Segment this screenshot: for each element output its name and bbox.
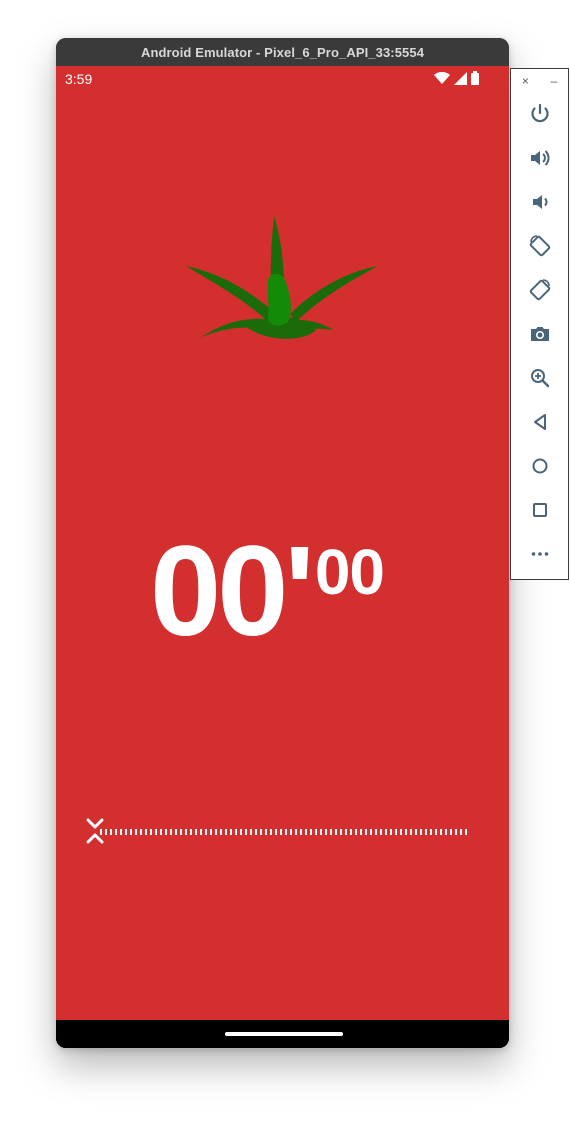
- rotate-right-icon: [529, 279, 551, 301]
- zoom-button[interactable]: [525, 363, 555, 393]
- back-button[interactable]: [525, 407, 555, 437]
- minimize-button[interactable]: –: [550, 74, 557, 88]
- timer-display: 00' 00: [150, 520, 385, 663]
- window-title-bar: Android Emulator - Pixel_6_Pro_API_33:55…: [56, 38, 509, 66]
- timer-seconds: 00: [314, 536, 385, 608]
- home-button[interactable]: [525, 451, 555, 481]
- timer-dial[interactable]: [86, 816, 476, 846]
- rotate-left-button[interactable]: [525, 231, 555, 261]
- zoom-icon: [531, 369, 550, 388]
- more-button[interactable]: [525, 539, 555, 569]
- status-bar: 3:59: [56, 66, 509, 92]
- back-icon: [534, 414, 546, 430]
- window-title: Android Emulator - Pixel_6_Pro_API_33:55…: [140, 44, 425, 60]
- volume-down-icon: [533, 195, 548, 209]
- home-icon: [532, 458, 548, 474]
- rotate-right-button[interactable]: [525, 275, 555, 305]
- dial-ticks[interactable]: [100, 829, 470, 835]
- volume-up-button[interactable]: [525, 143, 555, 173]
- home-indicator[interactable]: [225, 1032, 343, 1036]
- status-time: 3:59: [65, 71, 93, 87]
- timer-minutes: 00': [150, 520, 315, 663]
- volume-up-icon: [531, 150, 550, 166]
- wifi-icon: [434, 71, 450, 90]
- emulator-toolbar: × –: [510, 68, 569, 580]
- tomato-stem-icon: [184, 216, 380, 351]
- cellular-icon: [454, 71, 467, 90]
- rotate-left-icon: [529, 235, 551, 257]
- emulator-window: Android Emulator - Pixel_6_Pro_API_33:55…: [56, 38, 509, 1048]
- close-button[interactable]: ×: [522, 74, 529, 88]
- status-icons: [434, 71, 479, 90]
- more-icon: [531, 552, 549, 556]
- camera-icon: [531, 327, 549, 341]
- power-icon: [531, 103, 549, 123]
- volume-down-button[interactable]: [525, 187, 555, 217]
- device-screen[interactable]: 3:59 00' 00: [56, 66, 509, 1020]
- overview-icon: [533, 503, 547, 517]
- overview-button[interactable]: [525, 495, 555, 525]
- toolbar-window-controls: × –: [511, 69, 568, 93]
- navigation-bar: [56, 1020, 509, 1048]
- screenshot-button[interactable]: [525, 319, 555, 349]
- battery-icon: [471, 71, 479, 90]
- power-button[interactable]: [525, 99, 555, 129]
